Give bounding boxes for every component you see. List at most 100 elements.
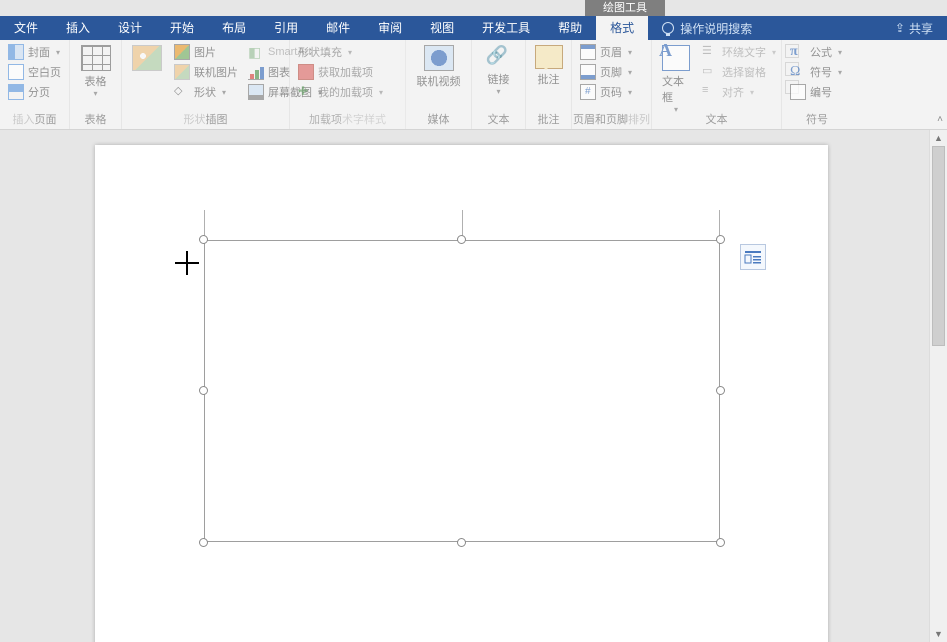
equation-icon: [790, 44, 806, 60]
tables-group-label: 表格: [70, 111, 121, 127]
pagenum-label: 页码: [600, 84, 622, 100]
video-icon: [424, 45, 454, 71]
resize-handle-top-left[interactable]: [199, 235, 208, 244]
ribbon: 封面 空白页 分页 插入页面 表格 ▾ 表格 图片 联机图片 ◇形状 Smart…: [0, 40, 947, 130]
cover-page-button[interactable]: 封面: [6, 43, 63, 61]
comment-button[interactable]: 批注: [532, 43, 565, 89]
shape-rectangle[interactable]: [204, 240, 720, 542]
resize-handle-left[interactable]: [199, 386, 208, 395]
header-button[interactable]: 页眉: [578, 43, 645, 61]
chart-icon: [248, 64, 264, 80]
group-pages: 封面 空白页 分页 插入页面: [0, 40, 70, 129]
tab-format[interactable]: 格式: [596, 16, 648, 40]
symbol-button[interactable]: 符号: [788, 63, 846, 81]
resize-handle-bottom-right[interactable]: [716, 538, 725, 547]
tell-me-search[interactable]: 操作说明搜索: [648, 20, 766, 37]
group-shape-styles-overlay: 形状填充 获取加载项 我的加载项 加载项术字样式: [290, 40, 406, 129]
tab-review[interactable]: 审阅: [364, 16, 416, 40]
textbox-label: 文本框: [662, 73, 690, 105]
tab-home[interactable]: 开始: [156, 16, 208, 40]
blank-page-button[interactable]: 空白页: [6, 63, 63, 81]
resize-handle-bottom-left[interactable]: [199, 538, 208, 547]
selection-pane-button[interactable]: ▭选择窗格: [700, 63, 778, 81]
get-addins-button[interactable]: 获取加载项: [296, 63, 399, 81]
pictures-label: 图片: [194, 44, 216, 60]
tab-help[interactable]: 帮助: [544, 16, 596, 40]
scroll-thumb[interactable]: [932, 146, 945, 346]
tab-file[interactable]: 文件: [0, 16, 52, 40]
shapes-button[interactable]: ◇形状: [172, 83, 240, 101]
textbox-button[interactable]: 文本框 ▾: [658, 43, 694, 115]
link-label: 链接: [488, 71, 510, 87]
layout-options-button[interactable]: [740, 244, 766, 270]
links-group-label: 文本: [472, 111, 525, 127]
my-addins-button[interactable]: 我的加载项: [296, 83, 399, 101]
addins-group-label: 加载项: [309, 114, 342, 126]
tab-insert[interactable]: 插入: [52, 16, 104, 40]
tab-design[interactable]: 设计: [104, 16, 156, 40]
shape-fill-button[interactable]: 形状填充: [296, 43, 399, 61]
insert-shape-hint: 插入: [13, 114, 35, 126]
tell-me-label: 操作说明搜索: [680, 20, 752, 37]
scroll-down-button[interactable]: ▼: [930, 626, 947, 642]
page-break-icon: [8, 84, 24, 100]
scroll-up-button[interactable]: ▲: [930, 130, 947, 146]
online-video-button[interactable]: 联机视频: [412, 43, 465, 91]
pictures-button[interactable]: 图片: [172, 43, 240, 61]
tab-view[interactable]: 视图: [416, 16, 468, 40]
group-tables: 表格 ▾ 表格: [70, 40, 122, 129]
shapes-label: 形状: [194, 84, 216, 100]
chart-label: 图表: [268, 64, 290, 80]
pages-group-label: 页面: [35, 114, 57, 126]
ribbon-tabbar: 文件 插入 设计 开始 布局 引用 邮件 审阅 视图 开发工具 帮助 格式 操作…: [0, 16, 947, 40]
online-pictures-button[interactable]: [128, 43, 166, 101]
header-icon: [580, 44, 596, 60]
table-button[interactable]: 表格 ▾: [76, 43, 115, 99]
contextual-tab-drawing-tools: 绘图工具: [585, 0, 665, 16]
footer-button[interactable]: 页脚: [578, 63, 645, 81]
illustrations-group-label: 插图: [206, 114, 228, 126]
number-label: 编号: [810, 84, 832, 100]
online-pictures-label-button[interactable]: 联机图片: [172, 63, 240, 81]
tab-developer[interactable]: 开发工具: [468, 16, 544, 40]
number-button[interactable]: 编号: [788, 83, 846, 101]
wrap-text-button[interactable]: ☰环绕文字: [700, 43, 778, 61]
group-media: 联机视频 媒体: [406, 40, 472, 129]
collapse-ribbon-button[interactable]: ˄: [937, 114, 943, 125]
selected-shape[interactable]: [204, 240, 720, 542]
align-button[interactable]: ≡对齐: [700, 83, 778, 101]
share-button[interactable]: 共享: [895, 20, 933, 37]
wrap-label: 环绕文字: [722, 44, 766, 60]
online-picture-icon: [174, 64, 190, 80]
hf-group-label: 页眉和页脚: [573, 114, 628, 126]
vertical-scrollbar[interactable]: ▲ ▼: [929, 130, 947, 642]
page-break-button[interactable]: 分页: [6, 83, 63, 101]
tab-mailings[interactable]: 邮件: [312, 16, 364, 40]
screenshot-icon: [248, 84, 264, 100]
resize-handle-top[interactable]: [457, 235, 466, 244]
resize-handle-right[interactable]: [716, 386, 725, 395]
group-illustrations: 图片 联机图片 ◇形状 SmartArt 图表 屏幕截图 形状插图: [122, 40, 290, 129]
resize-handle-bottom[interactable]: [457, 538, 466, 547]
picture-icon: [174, 44, 190, 60]
text-group-label: 文本: [652, 111, 781, 127]
group-comments: 批注 批注: [526, 40, 572, 129]
tab-references[interactable]: 引用: [260, 16, 312, 40]
equation-button[interactable]: 公式: [788, 43, 846, 61]
resize-handle-top-right[interactable]: [716, 235, 725, 244]
comments-group-label: 批注: [526, 111, 571, 127]
link-button[interactable]: 链接 ▾: [478, 43, 519, 97]
footer-icon: [580, 64, 596, 80]
scroll-track[interactable]: [930, 146, 947, 626]
cover-page-icon: [8, 44, 24, 60]
tab-layout[interactable]: 布局: [208, 16, 260, 40]
group-text: 文本框 ▾ ☰环绕文字 ▭选择窗格 ≡对齐 文本: [652, 40, 782, 129]
get-addins-label: 获取加载项: [318, 64, 373, 80]
number-icon: [790, 84, 806, 100]
share-icon: [895, 21, 905, 35]
online-pictures-icon: [132, 45, 162, 71]
share-label: 共享: [909, 20, 933, 37]
page-number-button[interactable]: 页码: [578, 83, 645, 101]
blank-page-label: 空白页: [28, 64, 61, 80]
group-symbols: 公式 符号 编号 符号: [782, 40, 852, 129]
